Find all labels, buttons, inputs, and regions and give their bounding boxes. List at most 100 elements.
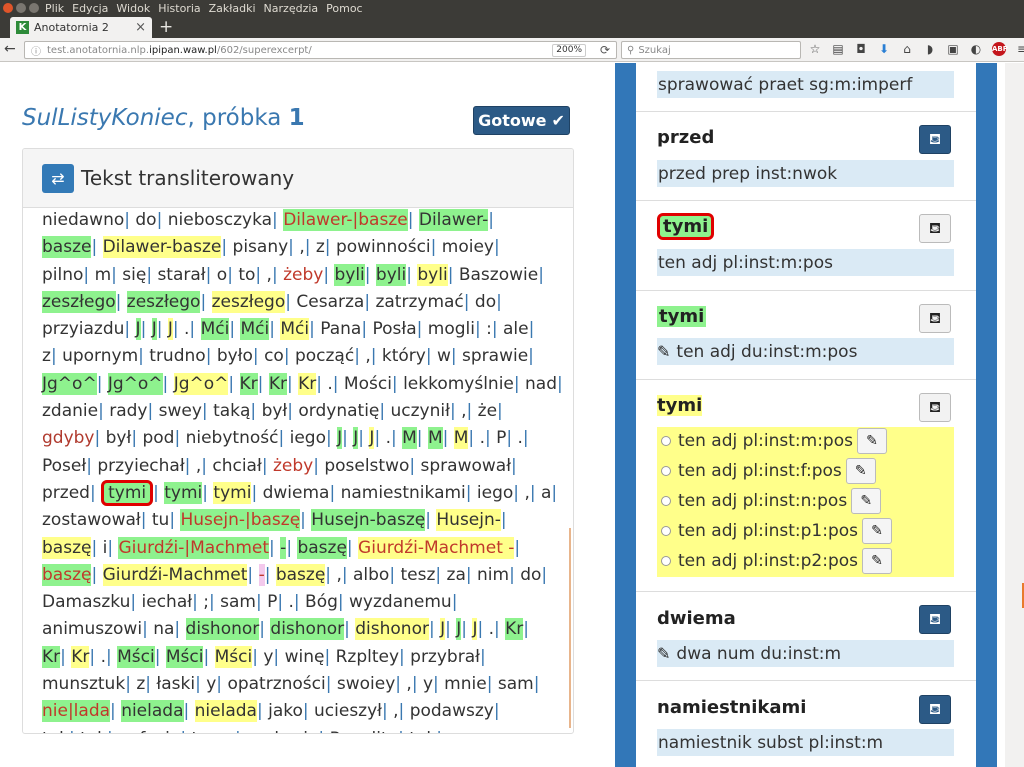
search-input[interactable]: ⚲ Szukaj: [621, 41, 801, 59]
token[interactable]: namiestnikami: [341, 482, 466, 504]
site-info-icon[interactable]: ⓘ: [31, 43, 41, 58]
stamp-icon[interactable]: ⛾: [919, 304, 951, 333]
window-maximize-button[interactable]: [29, 3, 39, 13]
interp-row[interactable]: ten adj pl:inst:m:pos: [657, 249, 954, 276]
token[interactable]: Jg^o^: [173, 372, 229, 395]
hamburger-menu-icon[interactable]: ≡: [1015, 42, 1024, 56]
token[interactable]: baszę: [42, 536, 92, 559]
token[interactable]: Jg^o^: [42, 372, 97, 395]
token[interactable]: dwiema: [263, 482, 330, 504]
token[interactable]: się: [122, 264, 146, 286]
token[interactable]: sprawował: [421, 455, 512, 477]
token[interactable]: Poseł: [42, 455, 86, 477]
token[interactable]: zeszłego: [42, 290, 116, 313]
token[interactable]: y: [423, 673, 433, 695]
stamp-icon[interactable]: ⛾: [919, 393, 951, 422]
token[interactable]: taką: [213, 400, 250, 422]
token[interactable]: Kr: [42, 645, 61, 668]
radio-button[interactable]: [661, 465, 671, 476]
token[interactable]: mnie: [444, 673, 487, 695]
zoom-level[interactable]: 200%: [552, 44, 586, 57]
token[interactable]: pofecie: [118, 728, 180, 733]
download-arrow-icon[interactable]: ⬇: [877, 42, 891, 56]
token[interactable]: tak: [409, 728, 436, 733]
token[interactable]: Rzpltey: [336, 646, 399, 668]
menu-item[interactable]: Widok: [116, 1, 150, 16]
token[interactable]: Husejn-|baszę: [180, 509, 301, 532]
token[interactable]: dishonor: [270, 618, 345, 641]
token[interactable]: P: [267, 591, 277, 613]
token[interactable]: był: [262, 400, 288, 422]
token[interactable]: Giurdźi-Machmet -: [358, 536, 515, 559]
token[interactable]: zatrzymać: [375, 291, 463, 313]
page-scrollbar[interactable]: [1005, 63, 1024, 767]
token[interactable]: chciał: [212, 455, 261, 477]
token[interactable]: że: [478, 400, 497, 422]
token[interactable]: było: [217, 345, 253, 367]
interp-row[interactable]: przed prep inst:nwok: [657, 160, 954, 187]
menu-item[interactable]: Zakładki: [209, 1, 256, 16]
token[interactable]: M: [427, 427, 443, 450]
pencil-icon[interactable]: ✎: [657, 342, 670, 361]
url-bar[interactable]: ⓘ test.anotatornia.nlp. ipipan.waw.pl/602…: [24, 41, 617, 59]
token[interactable]: zeszłego: [211, 290, 286, 313]
token[interactable]: nad: [525, 373, 557, 395]
token[interactable]: munsztuk: [42, 673, 125, 695]
token[interactable]: y: [206, 673, 216, 695]
menu-item[interactable]: Pomoc: [326, 1, 362, 16]
menu-item[interactable]: Plik: [45, 1, 64, 16]
token[interactable]: Mści: [117, 645, 155, 668]
token[interactable]: Mći: [280, 318, 310, 341]
extension-eye-icon[interactable]: ◐: [969, 42, 983, 56]
token[interactable]: P: [496, 427, 506, 449]
token[interactable]: przyiazdu: [42, 318, 124, 340]
token[interactable]: byli: [334, 263, 365, 286]
token[interactable]: mogli: [428, 318, 475, 340]
token[interactable]: Mći: [240, 318, 270, 341]
token[interactable]: Posła: [372, 318, 416, 340]
token[interactable]: tesz: [400, 564, 435, 586]
pencil-icon[interactable]: ✎: [845, 457, 876, 484]
token[interactable]: pod: [142, 427, 174, 449]
token[interactable]: Kr: [505, 618, 524, 641]
interp-row[interactable]: namiestnik subst pl:inst:m: [657, 729, 954, 756]
token[interactable]: swoiey: [337, 673, 395, 695]
pencil-icon[interactable]: ✎: [862, 547, 893, 574]
token[interactable]: sam: [220, 591, 256, 613]
new-tab-plus-icon[interactable]: +: [159, 17, 173, 37]
token[interactable]: dishonor: [355, 618, 429, 641]
menu-item[interactable]: Edycja: [72, 1, 108, 16]
token[interactable]: Giurdźi-Machmet: [102, 563, 248, 586]
token[interactable]: zzakazie: [246, 728, 318, 733]
interp-row[interactable]: ✎ dwa num du:inst:m: [657, 640, 954, 667]
token[interactable]: niedawno: [42, 209, 124, 231]
token[interactable]: Damaszku: [42, 591, 130, 613]
token[interactable]: w: [437, 345, 451, 367]
token[interactable]: opatrzności: [227, 673, 325, 695]
reading-list-icon[interactable]: ▤: [831, 42, 845, 56]
token[interactable]: Dilawer-: [418, 209, 489, 231]
interp-option[interactable]: ten adj pl:inst:f:pos ✎: [661, 457, 876, 484]
token[interactable]: ucieszył: [314, 700, 382, 722]
token[interactable]: byli: [417, 263, 448, 286]
token[interactable]: y: [263, 646, 273, 668]
pencil-icon[interactable]: ✎: [862, 517, 893, 544]
text-scroll-indicator[interactable]: [569, 528, 571, 728]
token[interactable]: albo: [353, 564, 389, 586]
token[interactable]: Jg^o^: [107, 372, 163, 395]
token[interactable]: z: [316, 236, 325, 258]
token[interactable]: Husejn-baszę: [311, 509, 426, 532]
token[interactable]: Kr: [268, 372, 287, 395]
token[interactable]: Pana: [320, 318, 361, 340]
token[interactable]: a: [541, 482, 551, 504]
interp-option[interactable]: ten adj pl:inst:n:pos ✎: [661, 487, 882, 514]
tab-anotatornia[interactable]: K Anotatornia 2 ×: [10, 17, 152, 38]
stamp-icon[interactable]: ⛾: [919, 214, 951, 243]
token[interactable]: przed: [42, 482, 90, 504]
token[interactable]: rady: [109, 400, 147, 422]
token[interactable]: tymi: [213, 481, 252, 504]
token[interactable]: o: [217, 264, 227, 286]
reload-icon[interactable]: ⟳: [600, 43, 610, 57]
token[interactable]: m: [95, 264, 112, 286]
window-close-button[interactable]: [3, 3, 13, 13]
